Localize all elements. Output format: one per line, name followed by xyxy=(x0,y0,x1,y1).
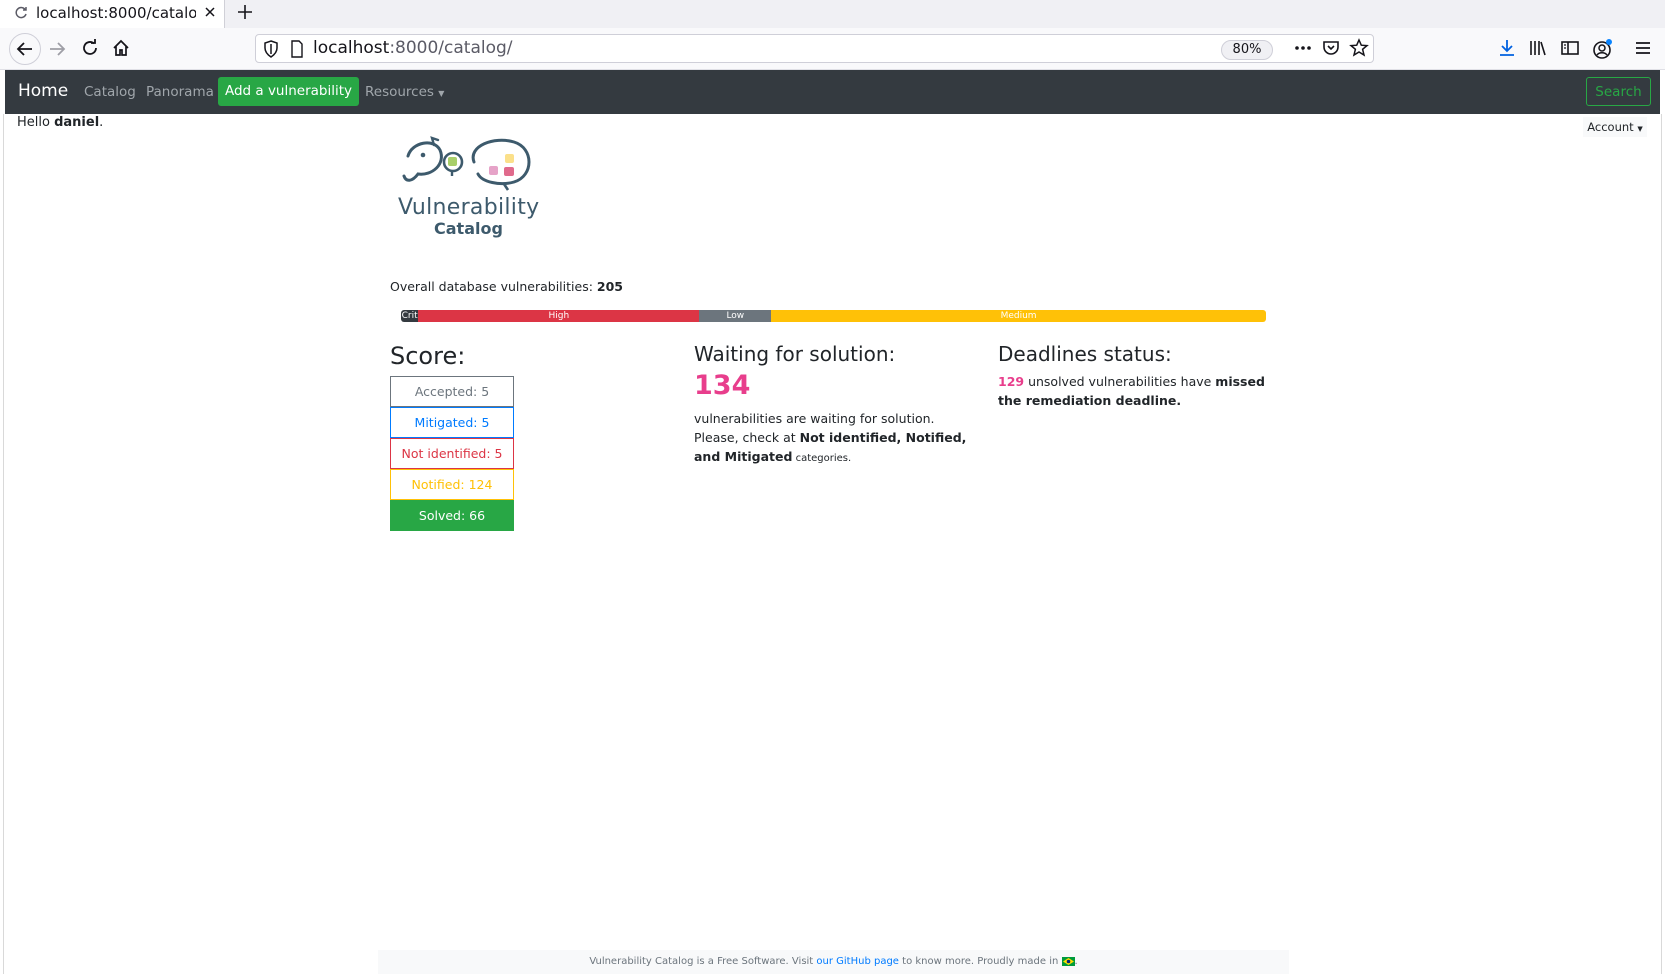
severity-progress-bar: Crit High Low Medium xyxy=(401,310,1266,322)
library-icon[interactable] xyxy=(1528,38,1548,58)
reload-icon[interactable] xyxy=(80,38,100,58)
waiting-title: Waiting for solution: xyxy=(694,342,896,366)
score-item-mitigated: Mitigated: 5 xyxy=(390,407,514,438)
loading-icon xyxy=(14,6,28,20)
username: daniel xyxy=(54,115,100,130)
greeting: Hello daniel. xyxy=(17,115,103,130)
overall-count: 205 xyxy=(596,279,623,294)
close-tab-icon[interactable] xyxy=(203,5,217,19)
zoom-level[interactable]: 80% xyxy=(1221,40,1273,60)
page-frame xyxy=(3,114,1662,974)
deadlines-count: 129 xyxy=(998,374,1025,389)
waiting-categories-1: Not identified, Notified, xyxy=(799,430,967,445)
waiting-line1: vulnerabilities are waiting for solution… xyxy=(694,411,935,426)
account-dropdown[interactable]: Account ▼ xyxy=(1583,117,1647,137)
waiting-line3: and Mitigated categories. xyxy=(694,447,984,468)
url-text[interactable]: localhost:8000/catalog/ xyxy=(313,38,513,58)
search-button[interactable]: Search xyxy=(1586,77,1651,106)
shield-icon[interactable] xyxy=(263,40,279,58)
greeting-suffix: . xyxy=(99,115,104,130)
score-title: Score: xyxy=(390,342,466,370)
deadlines-title: Deadlines status: xyxy=(998,342,1172,366)
waiting-categories-2: and Mitigated xyxy=(694,449,793,464)
deadlines-line2: the remediation deadline. xyxy=(998,391,1278,410)
nav-resources-dropdown[interactable]: Resources ▼ xyxy=(365,84,444,100)
deadlines-bold1: missed xyxy=(1215,374,1265,389)
severity-segment-crit: Crit xyxy=(401,310,419,322)
footer-prefix: Vulnerability Catalog is a Free Software… xyxy=(589,956,817,967)
logo-subtitle: Catalog xyxy=(434,219,503,238)
footer: Vulnerability Catalog is a Free Software… xyxy=(378,950,1289,974)
overall-label: Overall database vulnerabilities: xyxy=(390,279,597,294)
waiting-line3-suffix: categories. xyxy=(792,453,852,464)
severity-segment-high: High xyxy=(418,310,700,322)
page-icon xyxy=(290,40,304,58)
footer-suffix: to know more. Proudly made in xyxy=(898,956,1062,967)
forward-icon[interactable] xyxy=(46,38,68,60)
caret-down-icon: ▼ xyxy=(1637,125,1643,133)
nav-home[interactable]: Home xyxy=(18,81,68,101)
bookmark-star-icon[interactable] xyxy=(1349,38,1369,58)
severity-segment-medium: Medium xyxy=(771,310,1266,322)
back-button[interactable] xyxy=(9,33,41,65)
tab-title: localhost:8000/catalog/ xyxy=(36,4,196,22)
download-icon[interactable] xyxy=(1497,38,1517,58)
logo-title: Vulnerability xyxy=(398,195,540,220)
waiting-count: 134 xyxy=(694,370,751,401)
nav-panorama[interactable]: Panorama xyxy=(146,84,214,100)
severity-segment-low: Low xyxy=(699,310,772,322)
caret-down-icon: ▼ xyxy=(438,89,445,98)
deadlines-line1: 129 unsolved vulnerabilities have missed xyxy=(998,372,1278,391)
waiting-line2: Please, check at Not identified, Notifie… xyxy=(694,428,984,447)
score-item-not-identified: Not identified: 5 xyxy=(390,438,514,469)
pocket-icon[interactable] xyxy=(1321,38,1341,58)
waiting-description: vulnerabilities are waiting for solution… xyxy=(694,409,984,468)
new-tab-icon[interactable] xyxy=(236,3,254,21)
home-icon[interactable] xyxy=(111,38,131,58)
brazil-flag-icon xyxy=(1061,956,1075,966)
sidebar-icon[interactable] xyxy=(1560,38,1580,58)
deadlines-text: unsolved vulnerabilities have xyxy=(1024,374,1216,389)
deadlines-bold2: the remediation deadline. xyxy=(998,393,1182,408)
score-item-solved: Solved: 66 xyxy=(390,500,514,531)
score-item-notified: Notified: 124 xyxy=(390,469,514,500)
add-vulnerability-button[interactable]: Add a vulnerability xyxy=(218,77,359,106)
overall-vulnerabilities: Overall database vulnerabilities: 205 xyxy=(390,279,623,294)
score-item-accepted: Accepted: 5 xyxy=(390,376,514,407)
waiting-line2-prefix: Please, check at xyxy=(694,430,800,445)
resources-label: Resources xyxy=(365,84,434,100)
nav-catalog[interactable]: Catalog xyxy=(84,84,136,100)
account-icon[interactable] xyxy=(1592,38,1614,60)
account-label: Account xyxy=(1587,120,1634,134)
greeting-prefix: Hello xyxy=(17,115,55,130)
menu-icon[interactable] xyxy=(1633,38,1653,58)
deadlines-description: 129 unsolved vulnerabilities have missed… xyxy=(998,372,1278,410)
github-link[interactable]: our GitHub page xyxy=(816,956,899,967)
more-actions-icon[interactable] xyxy=(1293,38,1313,58)
